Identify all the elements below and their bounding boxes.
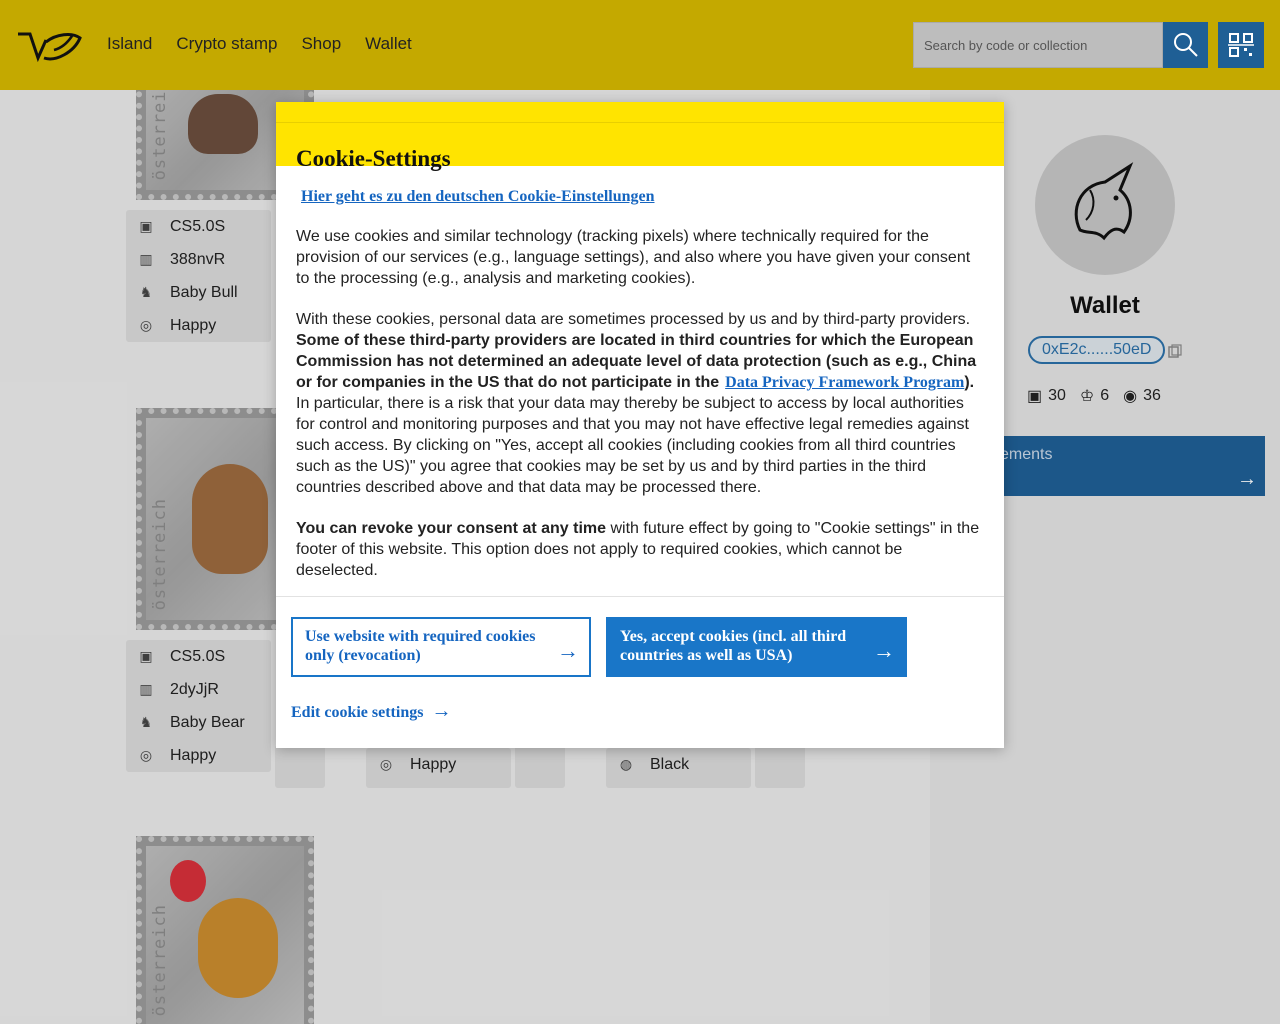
arrow-right-icon: →: [873, 638, 895, 663]
list-item: ▥ 388nvR: [126, 243, 271, 276]
list-item: ◎ Happy: [126, 739, 271, 772]
mood-icon: ◎: [379, 756, 393, 772]
copy-icon[interactable]: [1168, 344, 1182, 358]
dialog-header: Cookie-Settings: [276, 102, 1004, 171]
post-horn-logo-icon[interactable]: [16, 28, 84, 66]
stamp-country-text: österreich: [150, 497, 170, 610]
list-item: ▥ 2dyJjR: [126, 673, 271, 706]
list-item: ▣ CS5.0S: [126, 210, 271, 243]
nav-item-crypto-stamp[interactable]: Crypto stamp: [176, 34, 277, 54]
badge-icon: ◉: [1123, 388, 1138, 405]
bull-figure-icon: [188, 94, 258, 154]
stamp-card-image[interactable]: österreich: [136, 836, 314, 1024]
third-party-text: With these cookies, personal data are so…: [296, 311, 977, 496]
unicorn-icon: [1074, 162, 1134, 241]
dialog-body: Hier geht es zu den deutschen Cookie-Ein…: [276, 166, 1004, 581]
trophy-icon: ♔: [1079, 388, 1095, 405]
stamp-action-panel[interactable]: [755, 745, 805, 788]
stamp-info-card: ▣ CS5.0S ▥ 388nvR ♞ Baby Bull ◎ Happy: [126, 210, 271, 342]
avatar: [1035, 135, 1175, 275]
list-item: ◎ Happy: [126, 309, 271, 342]
edit-cookie-settings-link[interactable]: Edit cookie settings →: [291, 700, 451, 723]
nav-item-island[interactable]: Island: [107, 34, 152, 54]
stamp-action-panel[interactable]: [275, 745, 325, 788]
list-item: ♞ Baby Bull: [126, 276, 271, 309]
qr-code-icon: [1228, 33, 1254, 57]
main-nav: Island Crypto stamp Shop Wallet: [107, 34, 412, 54]
animal-icon: ♞: [139, 714, 153, 730]
arrow-right-icon: →: [431, 700, 452, 722]
qr-scan-button[interactable]: [1218, 22, 1264, 68]
dialog-title: Cookie-Settings: [296, 146, 451, 171]
bear-figure-icon: [192, 464, 268, 574]
mood-icon: ◎: [139, 747, 153, 763]
list-item: ▣ CS5.0S: [126, 640, 271, 673]
required-cookies-only-button[interactable]: Use website with required cookies only (…: [291, 617, 591, 677]
list-item: ◍ Black: [606, 748, 751, 781]
accept-all-cookies-button[interactable]: Yes, accept cookies (incl. all third cou…: [606, 617, 907, 677]
stamp-country-text: österreich: [150, 903, 170, 1016]
nav-item-wallet[interactable]: Wallet: [365, 34, 412, 54]
list-item: ◎ Happy: [366, 748, 511, 781]
arrow-right-icon: →: [1237, 468, 1257, 490]
barcode-icon: ▥: [139, 251, 153, 267]
search-button[interactable]: [1163, 22, 1208, 68]
divider: [276, 596, 1004, 597]
top-header: Island Crypto stamp Shop Wallet: [0, 0, 1280, 90]
data-privacy-framework-link[interactable]: Data Privacy Framework Program: [725, 374, 964, 391]
stamp-action-panel[interactable]: [515, 745, 565, 788]
stamp-icon: ▣: [139, 218, 153, 234]
search-input[interactable]: [913, 22, 1163, 68]
lion-figure-icon: [198, 898, 278, 998]
arrow-right-icon: →: [557, 638, 579, 663]
stamp-info-card: ▣ CS5.0S ▥ 2dyJjR ♞ Baby Bear ◎ Happy: [126, 640, 271, 772]
palette-icon: ◍: [619, 756, 633, 772]
barcode-icon: ▥: [139, 681, 153, 697]
balloon-icon: [170, 860, 206, 902]
animal-icon: ♞: [139, 284, 153, 300]
wallet-address-badge[interactable]: 0xE2c......50eD: [1028, 336, 1166, 364]
revoke-text: You can revoke your consent at any time …: [296, 520, 980, 579]
mood-icon: ◎: [139, 317, 153, 333]
wallet-stats: ▣ 30 ♔ 6 ◉ 36: [1027, 387, 1161, 405]
stamp-info-card: ◎ Happy: [366, 748, 511, 788]
wallet-title: Wallet: [1070, 292, 1140, 319]
german-settings-link[interactable]: Hier geht es zu den deutschen Cookie-Ein…: [301, 188, 984, 206]
stamp-icon: ▣: [139, 648, 153, 664]
stamp-info-card: ◍ Black: [606, 748, 751, 788]
cookie-settings-dialog: Cookie-Settings Hier geht es zu den deut…: [276, 102, 1004, 748]
nav-item-shop[interactable]: Shop: [301, 34, 341, 54]
stamp-icon: ▣: [1027, 388, 1043, 405]
list-item: ♞ Baby Bear: [126, 706, 271, 739]
cookie-intro-text: We use cookies and similar technology (t…: [296, 228, 971, 287]
search-icon: [1173, 33, 1198, 57]
